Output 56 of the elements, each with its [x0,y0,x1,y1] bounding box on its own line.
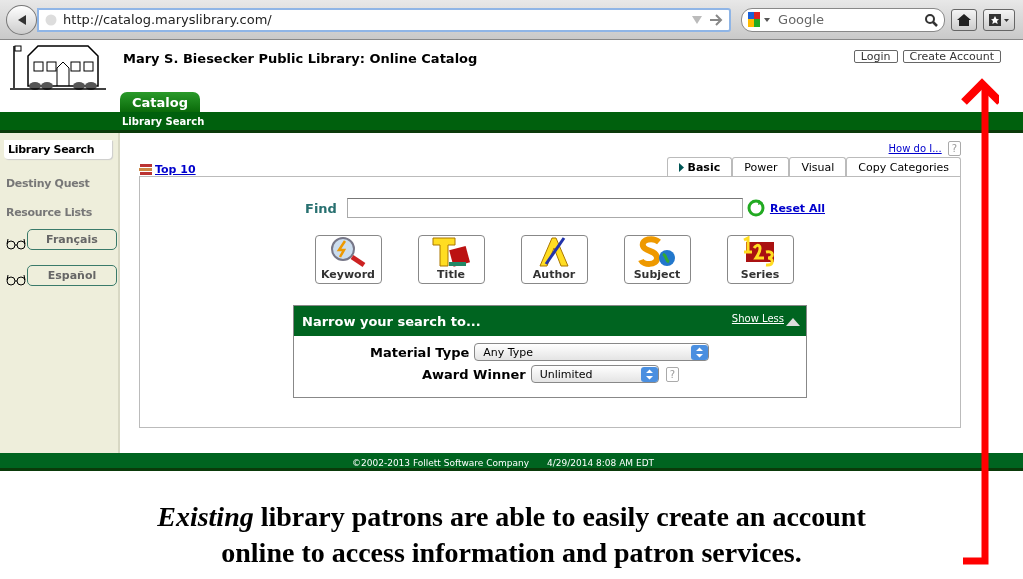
sidebar-item[interactable]: Destiny Quest [0,169,118,198]
address-bar[interactable]: http://catalog.maryslibrary.com/ [37,7,732,32]
search-icon[interactable] [924,12,938,27]
globe-icon [45,13,58,26]
filter-label: Material Type [370,344,470,360]
site-title: Mary S. Biesecker Public Library: Online Catalog [123,51,479,66]
search-type-button[interactable]: Series [726,235,794,284]
letter-book-icon [431,236,471,268]
find-label: Find [305,200,337,216]
search-tab[interactable]: Basic [666,157,733,176]
copyright-text: ©2002-2013 Follett Software Company [352,458,530,468]
search-tab[interactable]: Copy Categories [846,157,961,176]
search-type-button[interactable]: Keyword [314,235,382,284]
letter-globe-icon [637,236,677,268]
magnifier-icon [328,236,368,268]
header-button[interactable]: Create Account [902,50,1001,63]
narrow-search-title: Narrow your search to... [302,313,482,329]
sidebar-item[interactable]: Resource Lists [0,198,118,227]
glasses-icon [6,238,26,250]
filter-dropdown[interactable]: Any Type [474,343,710,361]
reset-all-link[interactable]: Reset All [769,201,825,215]
refresh-icon[interactable] [746,199,765,217]
search-tab[interactable]: Power [732,157,790,176]
find-field[interactable] [346,198,743,218]
arrow-icon[interactable] [709,13,724,26]
search-type-button[interactable]: Subject [623,235,691,284]
search-type-button[interactable]: Author [520,235,588,284]
dropdown-icon [691,14,704,25]
bookmarks-button[interactable] [983,8,1015,31]
search-tab[interactable]: Visual [789,157,847,176]
caption-text: Existing library patrons are able to easily create an account online to access information and patron services. [156,500,867,570]
language-button[interactable]: Español [27,265,117,286]
back-button[interactable] [6,4,38,35]
home-icon [956,12,972,27]
triangle-icon [678,162,684,172]
search-type-button[interactable]: Title [417,235,485,284]
top-10-link[interactable]: Top 10 [155,163,196,176]
catalog-tab[interactable]: Catalog [120,92,200,112]
stepper-icon [691,344,709,360]
filter-dropdown[interactable]: Unlimited [530,365,659,383]
url-text: http://catalog.maryslibrary.com/ [63,12,273,27]
star-icon [988,12,1010,27]
books-icon [139,163,153,176]
header-button[interactable]: Login [853,50,898,63]
subnav-link[interactable]: Library Search [122,115,205,127]
glasses-icon [6,274,26,286]
timestamp-text: 4/29/2014 8:08 AM EDT [547,458,655,468]
filter-label: Award Winner [422,366,526,382]
language-button[interactable]: Français [27,229,117,250]
home-button[interactable] [951,8,977,31]
search-field[interactable]: Google [741,7,945,32]
collapse-icon[interactable] [786,316,800,326]
stepper-icon [640,366,658,382]
sidebar-item[interactable]: Library Search [4,140,112,159]
show-less-link[interactable]: Show Less [731,313,784,324]
help-link[interactable]: How do I... [888,143,942,154]
